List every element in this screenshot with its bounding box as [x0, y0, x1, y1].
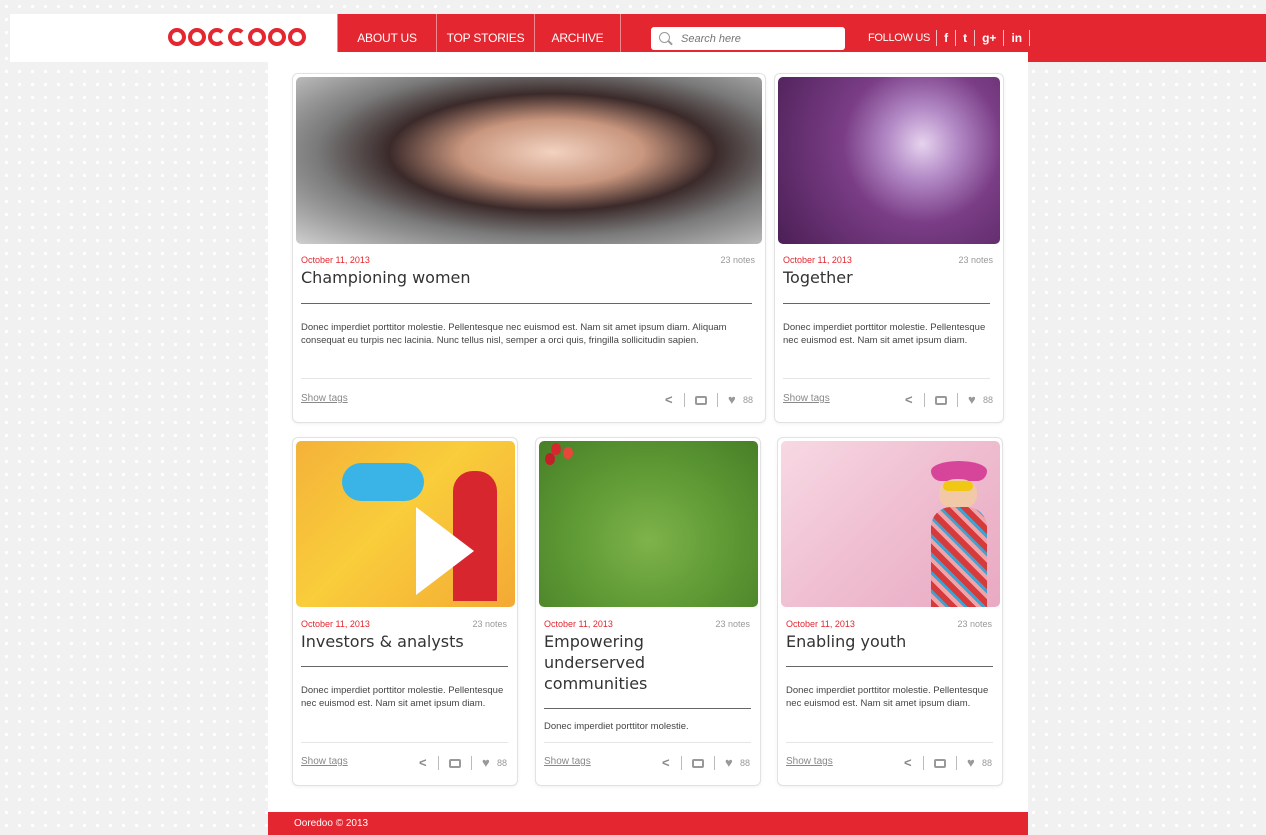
- heart-icon[interactable]: [967, 755, 978, 770]
- story-actions: 88: [904, 755, 992, 770]
- content-column: October 11, 2013 23 notes Championing wo…: [268, 52, 1028, 812]
- story-notes[interactable]: 23 notes: [720, 255, 755, 265]
- story-excerpt: Donec imperdiet porttitor molestie. Pell…: [786, 685, 989, 709]
- divider: [544, 742, 751, 743]
- divider: [786, 666, 993, 667]
- share-icon[interactable]: [905, 392, 914, 407]
- divider: [783, 303, 990, 304]
- story-actions: 88: [662, 755, 750, 770]
- story-actions: 88: [419, 755, 507, 770]
- linkedin-icon[interactable]: in: [1003, 30, 1031, 46]
- story-title[interactable]: Championing women: [301, 267, 741, 288]
- story-date: October 11, 2013: [786, 619, 855, 629]
- repost-icon[interactable]: [933, 758, 946, 768]
- story-title[interactable]: Together: [783, 267, 993, 288]
- story-image: [296, 77, 762, 244]
- story-notes[interactable]: 23 notes: [957, 619, 992, 629]
- story-image: [781, 441, 1000, 607]
- like-count: 88: [981, 758, 992, 768]
- heart-icon[interactable]: [968, 392, 979, 407]
- story-card[interactable]: October 11, 2013 23 notes Investors & an…: [292, 437, 518, 786]
- story-date: October 11, 2013: [301, 255, 370, 265]
- show-tags-link[interactable]: Show tags: [301, 393, 348, 404]
- story-card[interactable]: October 11, 2013 23 notes Empowering und…: [535, 437, 761, 786]
- search-icon: [659, 32, 670, 43]
- heart-icon[interactable]: [728, 392, 739, 407]
- repost-icon[interactable]: [691, 758, 704, 768]
- like-count: 88: [742, 395, 753, 405]
- show-tags-link[interactable]: Show tags: [783, 393, 830, 404]
- story-excerpt: Donec imperdiet porttitor molestie. Pell…: [783, 322, 986, 346]
- like-count: 88: [739, 758, 750, 768]
- facebook-icon[interactable]: f: [936, 30, 955, 46]
- story-notes[interactable]: 23 notes: [958, 255, 993, 265]
- search-box[interactable]: [651, 27, 845, 50]
- divider: [783, 378, 990, 379]
- share-icon[interactable]: [662, 755, 671, 770]
- story-image: [296, 441, 515, 607]
- show-tags-link[interactable]: Show tags: [786, 756, 833, 767]
- divider: [544, 708, 751, 709]
- story-card[interactable]: October 11, 2013 23 notes Together Donec…: [774, 73, 1004, 423]
- story-actions: 88: [665, 392, 753, 407]
- twitter-icon[interactable]: t: [955, 30, 974, 46]
- ooredoo-logo[interactable]: [168, 28, 306, 50]
- google-plus-icon[interactable]: g+: [974, 30, 1003, 46]
- heart-icon[interactable]: [482, 755, 493, 770]
- follow-us-label: FOLLOW US: [868, 32, 931, 44]
- heart-icon[interactable]: [725, 755, 736, 770]
- repost-icon[interactable]: [694, 395, 707, 405]
- story-date: October 11, 2013: [544, 619, 613, 629]
- story-card[interactable]: October 11, 2013 23 notes Enabling youth…: [777, 437, 1003, 786]
- story-title[interactable]: Investors & analysts: [301, 631, 511, 652]
- story-date: October 11, 2013: [301, 619, 370, 629]
- repost-icon[interactable]: [934, 395, 947, 405]
- like-count: 88: [982, 395, 993, 405]
- share-icon[interactable]: [904, 755, 913, 770]
- footer: Ooredoo © 2013: [268, 812, 1028, 835]
- story-date: October 11, 2013: [783, 255, 852, 265]
- story-actions: 88: [905, 392, 993, 407]
- divider: [301, 378, 752, 379]
- story-card[interactable]: October 11, 2013 23 notes Championing wo…: [292, 73, 766, 423]
- story-notes[interactable]: 23 notes: [472, 619, 507, 629]
- story-image: [778, 77, 1000, 244]
- show-tags-link[interactable]: Show tags: [301, 756, 348, 767]
- divider: [301, 666, 508, 667]
- story-title[interactable]: Enabling youth: [786, 631, 996, 652]
- divider: [301, 303, 752, 304]
- story-excerpt: Donec imperdiet porttitor molestie.: [544, 721, 689, 732]
- repost-icon[interactable]: [448, 758, 461, 768]
- like-count: 88: [496, 758, 507, 768]
- story-excerpt: Donec imperdiet porttitor molestie. Pell…: [301, 685, 504, 709]
- share-icon[interactable]: [419, 755, 428, 770]
- show-tags-link[interactable]: Show tags: [544, 756, 591, 767]
- story-image: [539, 441, 758, 607]
- story-notes[interactable]: 23 notes: [715, 619, 750, 629]
- share-icon[interactable]: [665, 392, 674, 407]
- story-title[interactable]: Empowering underserved communities: [544, 631, 694, 694]
- divider: [786, 742, 993, 743]
- story-excerpt: Donec imperdiet porttitor molestie. Pell…: [301, 322, 727, 346]
- divider: [301, 742, 508, 743]
- search-input[interactable]: [681, 30, 836, 47]
- copyright-text: Ooredoo © 2013: [294, 818, 369, 829]
